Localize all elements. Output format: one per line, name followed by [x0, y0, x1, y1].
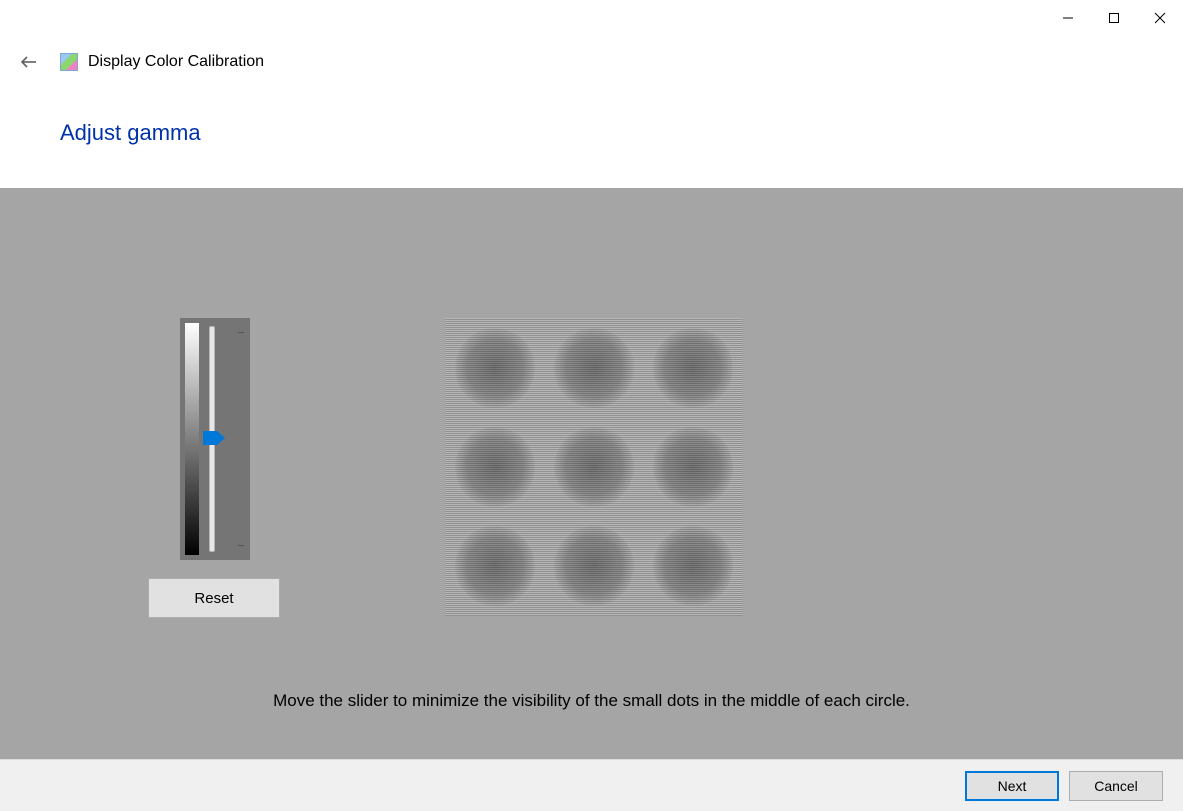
gamma-dot	[644, 517, 743, 616]
next-button[interactable]: Next	[965, 771, 1059, 801]
cancel-button[interactable]: Cancel	[1069, 771, 1163, 801]
gamma-dot	[644, 417, 743, 516]
window-title-bar	[0, 0, 1183, 36]
gradient-strip	[185, 323, 199, 555]
window-title: Display Color Calibration	[88, 53, 264, 71]
gamma-dot	[544, 417, 643, 516]
heading-section: Adjust gamma	[0, 88, 1183, 174]
close-button[interactable]	[1137, 2, 1183, 34]
gamma-preview	[445, 318, 743, 616]
gamma-preview-grid	[445, 318, 743, 616]
page-heading: Adjust gamma	[60, 120, 1123, 146]
gamma-dot	[445, 417, 544, 516]
reset-button[interactable]: Reset	[148, 578, 280, 618]
gamma-slider-block	[180, 318, 250, 560]
next-button-label: Next	[998, 778, 1027, 794]
gamma-dot	[644, 318, 743, 417]
slider-tick-bottom	[238, 545, 244, 546]
instruction-text: Move the slider to minimize the visibili…	[0, 691, 1183, 711]
content-area: Reset Move the slider to minimize the vi…	[0, 188, 1183, 759]
gamma-dot	[544, 318, 643, 417]
maximize-button[interactable]	[1091, 2, 1137, 34]
gamma-dot	[544, 517, 643, 616]
reset-button-label: Reset	[194, 590, 233, 607]
slider-thumb[interactable]	[203, 431, 225, 445]
gamma-dot	[445, 517, 544, 616]
slider-tick-top	[238, 332, 244, 333]
minimize-button[interactable]	[1045, 2, 1091, 34]
gamma-slider[interactable]	[199, 318, 250, 560]
back-button[interactable]	[14, 47, 44, 77]
cancel-button-label: Cancel	[1094, 778, 1138, 794]
header-bar: Display Color Calibration	[0, 36, 1183, 88]
app-icon	[60, 53, 78, 71]
gamma-dot	[445, 318, 544, 417]
footer-bar: Next Cancel	[0, 759, 1183, 811]
